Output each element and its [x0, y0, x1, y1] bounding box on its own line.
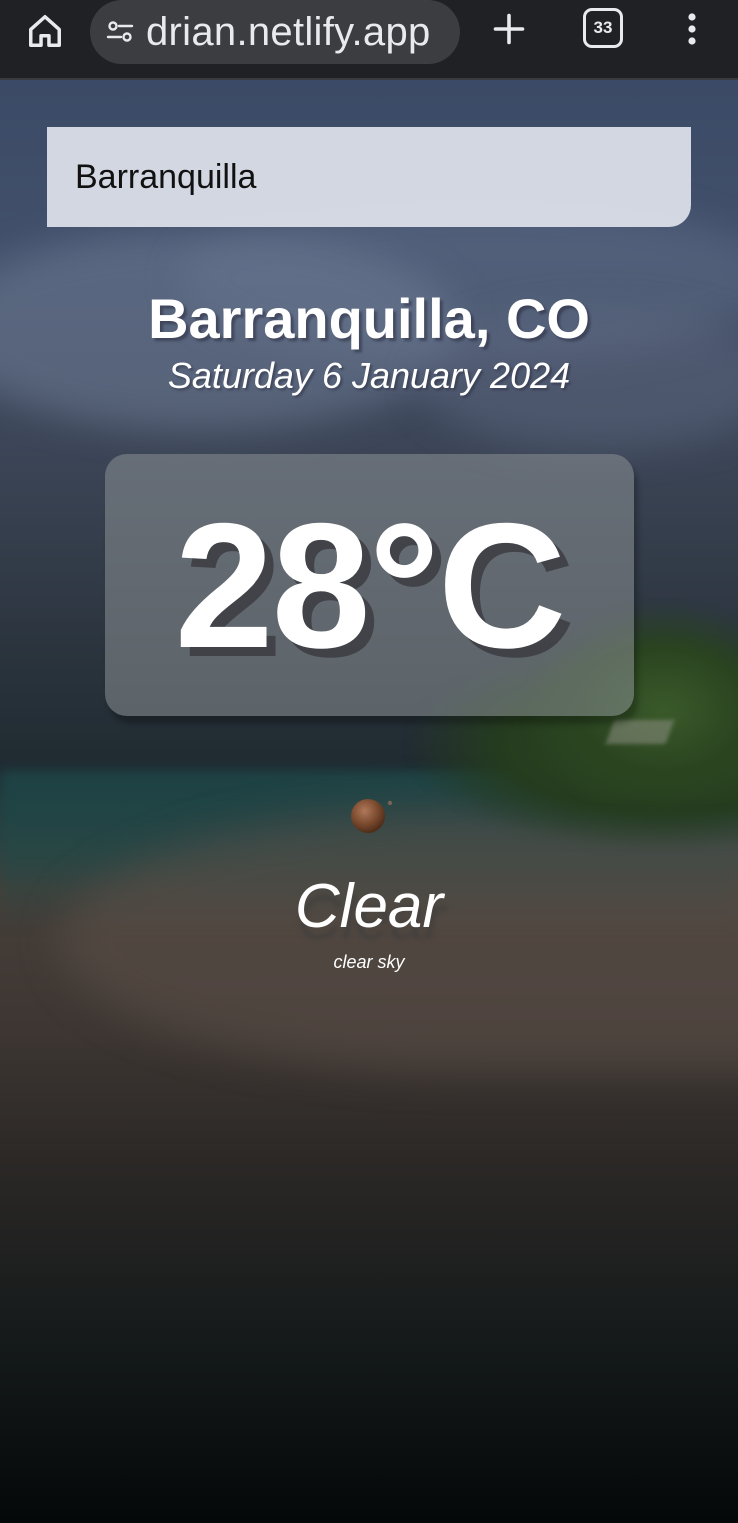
site-settings-icon[interactable]	[104, 16, 136, 48]
more-vert-icon	[688, 13, 696, 45]
temperature-value: 28°C	[174, 485, 567, 685]
location-title: Barranquilla, CO	[148, 287, 590, 350]
home-icon	[29, 15, 61, 47]
weather-page: Barranquilla, CO Saturday 6 January 2024…	[0, 80, 738, 1523]
weather-description: clear sky	[333, 952, 405, 972]
browser-menu-button[interactable]	[672, 6, 712, 52]
background-hut	[605, 720, 675, 744]
home-button[interactable]	[22, 8, 68, 54]
current-date: Saturday 6 January 2024	[167, 355, 571, 396]
address-bar[interactable]: drian.netlify.app	[90, 0, 460, 64]
screen: drian.netlify.app 33 Barranquilla Barran…	[0, 0, 738, 1523]
url-text[interactable]: drian.netlify.app	[146, 9, 446, 55]
weather-condition: Clear	[294, 872, 444, 941]
clear-sky-icon	[351, 799, 393, 833]
new-tab-button[interactable]	[486, 6, 532, 52]
search-input[interactable]	[47, 127, 691, 227]
tab-count: 33	[593, 18, 613, 37]
plus-icon	[493, 13, 525, 45]
browser-toolbar: drian.netlify.app 33	[0, 0, 738, 80]
temperature-card: 28°C	[105, 454, 634, 716]
tab-switcher-button[interactable]: 33	[583, 8, 623, 48]
